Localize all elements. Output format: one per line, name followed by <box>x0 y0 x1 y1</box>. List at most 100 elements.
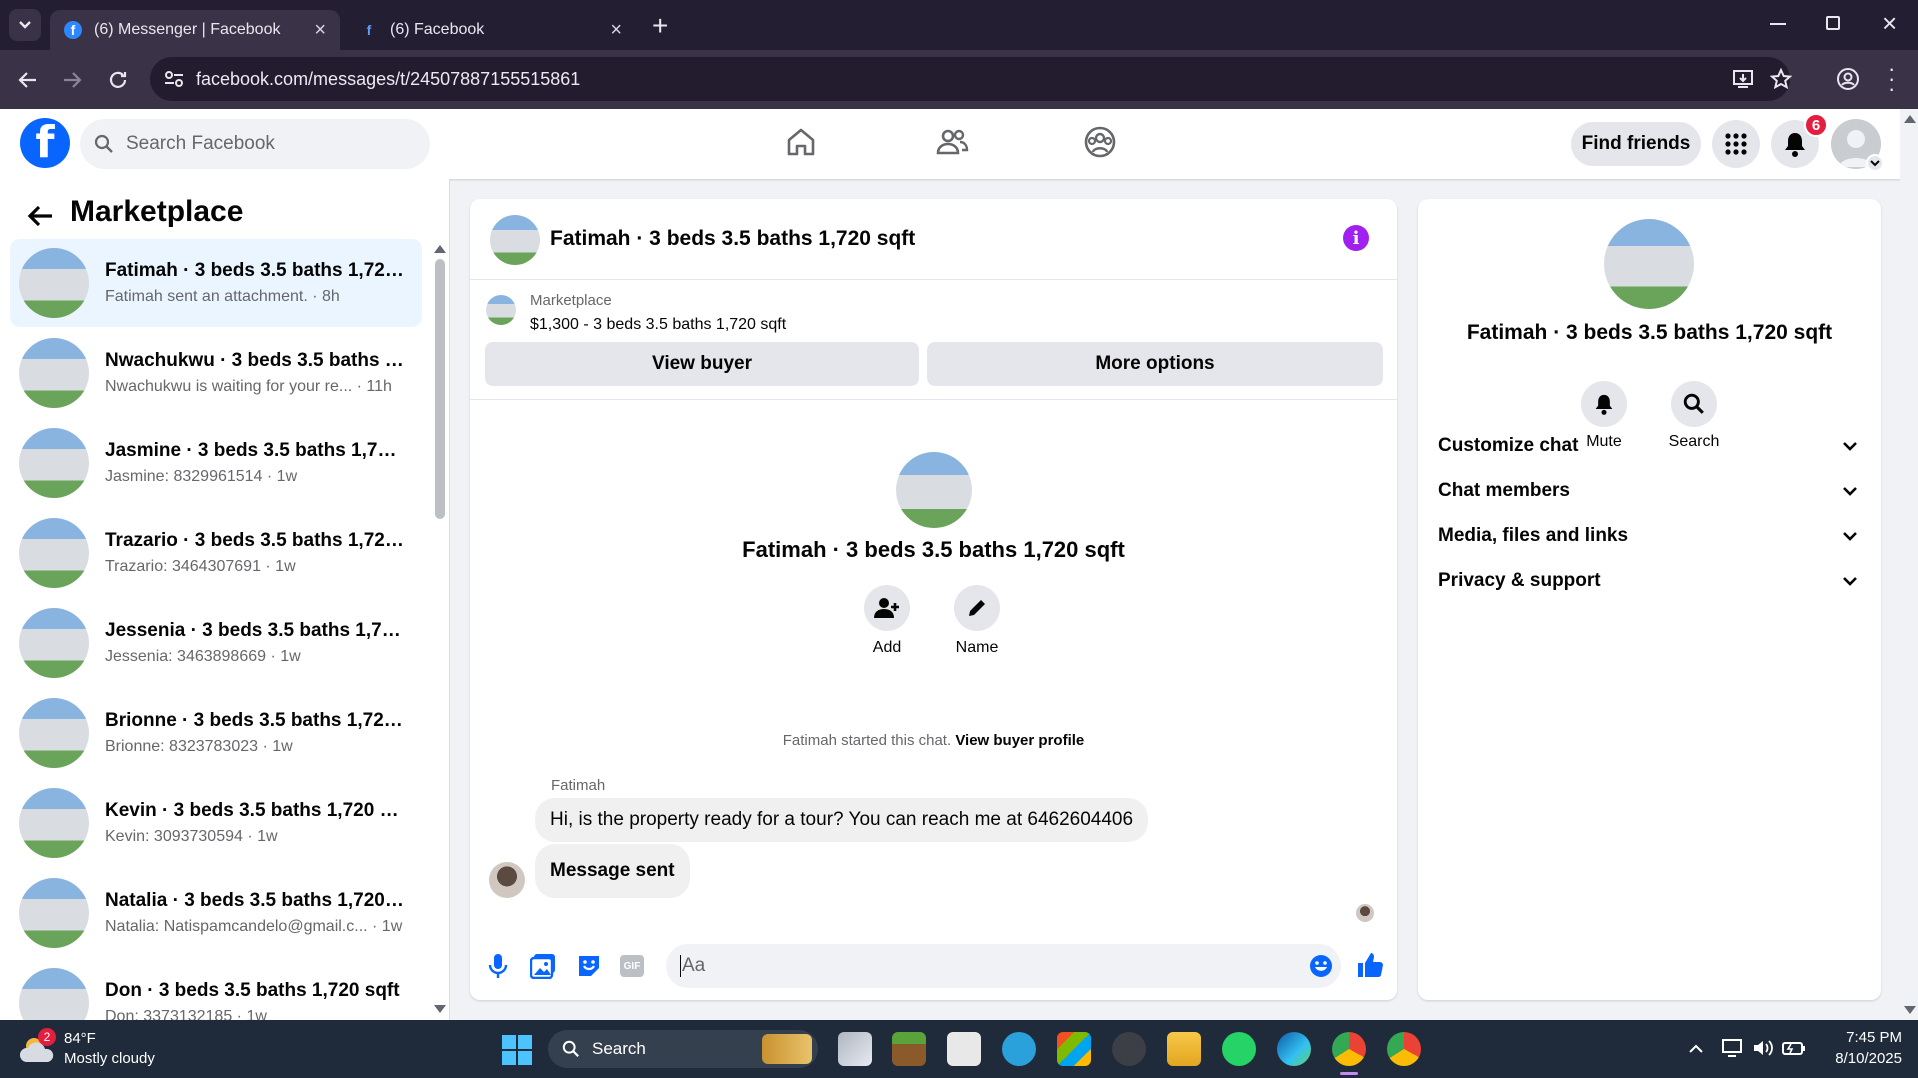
chat-title[interactable]: Fatimah · 3 beds 3.5 baths 1,720 sqft <box>550 227 915 251</box>
tab-messenger[interactable]: f (6) Messenger | Facebook × <box>50 10 340 50</box>
listing-thumbnail[interactable] <box>486 295 516 325</box>
details-section-1[interactable]: Chat members <box>1438 480 1858 502</box>
windows-start-icon[interactable] <box>502 1035 532 1065</box>
conversation-item[interactable]: Kevin · 3 beds 3.5 baths 1,720 sqft Kevin… <box>10 779 422 867</box>
tab-search-button[interactable] <box>9 9 41 41</box>
conversation-avatar <box>19 248 89 318</box>
clock-date[interactable]: 8/10/2025 <box>1806 1050 1902 1067</box>
photo-icon[interactable] <box>530 953 556 979</box>
site-info-icon[interactable] <box>164 70 184 88</box>
install-app-icon[interactable] <box>1732 68 1754 90</box>
search-in-chat-button[interactable] <box>1671 381 1717 427</box>
account-chevron-icon[interactable] <box>1866 154 1884 172</box>
bookmark-star-icon[interactable] <box>1770 68 1792 90</box>
emoji-icon[interactable] <box>1309 954 1333 978</box>
conversation-item[interactable]: Trazario · 3 beds 3.5 baths 1,720 ... Tra… <box>10 509 422 597</box>
conversation-texts: Fatimah · 3 beds 3.5 baths 1,720 ... Fati… <box>105 260 405 306</box>
edge-icon[interactable] <box>1277 1032 1311 1066</box>
conversation-item[interactable]: Jasmine · 3 beds 3.5 baths 1,720 ... Jasm… <box>10 419 422 507</box>
weather-widget[interactable]: 2 84°F Mostly cloudy <box>20 1028 170 1072</box>
page-scroll-up[interactable] <box>1904 115 1916 123</box>
home-icon[interactable] <box>784 125 818 159</box>
chrome-profile-icon[interactable] <box>1387 1032 1421 1066</box>
conversation-item[interactable]: Nwachukwu · 3 beds 3.5 baths 1,... Nwachu… <box>10 329 422 417</box>
whatsapp-icon[interactable] <box>1222 1032 1256 1066</box>
conversation-item[interactable]: Natalia · 3 beds 3.5 baths 1,720 s... Nat… <box>10 869 422 957</box>
message-bubble[interactable]: Hi, is the property ready for a tour? Yo… <box>535 798 1149 842</box>
like-thumb-icon[interactable] <box>1356 951 1384 979</box>
listing-summary[interactable]: $1,300 - 3 beds 3.5 baths 1,720 sqft <box>530 316 786 334</box>
search-input[interactable]: Search Facebook <box>80 119 430 169</box>
volume-icon[interactable] <box>1752 1038 1774 1058</box>
page-scroll-down[interactable] <box>1904 1006 1916 1014</box>
close-window-icon[interactable]: × <box>1882 8 1897 39</box>
conversation-item[interactable]: Jessenia · 3 beds 3.5 baths 1,720 ... Jes… <box>10 599 422 687</box>
groups-icon[interactable] <box>1083 125 1117 159</box>
conversation-item[interactable]: Brionne · 3 beds 3.5 baths 1,720 ... Brio… <box>10 689 422 777</box>
more-options-button[interactable]: More options <box>927 342 1383 386</box>
conversation-name: Jasmine · 3 beds 3.5 baths 1,720 ... <box>105 440 405 461</box>
taskbar-search[interactable]: Search <box>548 1030 818 1068</box>
find-friends-button[interactable]: Find friends <box>1571 122 1701 166</box>
view-buyer-button[interactable]: View buyer <box>485 342 919 386</box>
minecraft-icon[interactable] <box>892 1032 926 1066</box>
page-scrollbar[interactable] <box>1900 109 1918 1020</box>
forward-arrow-icon[interactable] <box>60 68 84 92</box>
add-people-button[interactable] <box>864 585 910 631</box>
chat-avatar[interactable] <box>490 215 540 265</box>
view-buyer-profile-link[interactable]: View buyer profile <box>955 732 1084 749</box>
conversation-item[interactable]: Fatimah · 3 beds 3.5 baths 1,720 ... Fati… <box>10 239 422 327</box>
chat-started-notice: Fatimah started this chat. View buyer pr… <box>470 732 1397 749</box>
chat-profile-avatar[interactable] <box>896 452 972 528</box>
back-arrow-icon[interactable] <box>26 203 54 229</box>
facebook-logo[interactable]: f <box>20 118 70 168</box>
close-tab-icon[interactable]: × <box>610 19 622 42</box>
close-tab-icon[interactable]: × <box>314 19 326 42</box>
sender-avatar[interactable] <box>489 862 525 898</box>
media-player-icon[interactable] <box>1112 1032 1146 1066</box>
scroll-down-arrow[interactable] <box>434 1005 446 1013</box>
tab-facebook[interactable]: f (6) Facebook × <box>346 10 636 50</box>
chevron-up-icon[interactable] <box>1688 1042 1704 1054</box>
file-explorer-icon[interactable] <box>1167 1032 1201 1066</box>
conversation-name: Don · 3 beds 3.5 baths 1,720 sqft <box>105 980 400 1001</box>
microsoft-store-icon[interactable] <box>1057 1032 1091 1066</box>
details-section-2[interactable]: Media, files and links <box>1438 525 1858 547</box>
conversation-item[interactable]: Don · 3 beds 3.5 baths 1,720 sqft Don: 33… <box>10 959 422 1020</box>
friends-icon[interactable] <box>935 125 969 159</box>
message-input[interactable]: Aa <box>666 944 1341 988</box>
details-section-0[interactable]: Customize chat <box>1438 435 1858 457</box>
details-avatar[interactable] <box>1604 219 1694 309</box>
back-arrow-icon[interactable] <box>16 68 40 92</box>
sticker-icon[interactable] <box>576 953 602 979</box>
browser-menu-icon[interactable]: · · · <box>1888 58 1895 100</box>
reload-icon[interactable] <box>106 68 130 92</box>
address-bar[interactable]: facebook.com/messages/t/2450788715551586… <box>150 57 1792 101</box>
profile-icon[interactable] <box>1836 67 1860 91</box>
restore-window-icon[interactable] <box>1826 16 1840 30</box>
roblox-icon[interactable] <box>947 1032 981 1066</box>
clock-time[interactable]: 7:45 PM <box>1826 1029 1902 1046</box>
details-section-3[interactable]: Privacy & support <box>1438 570 1858 592</box>
pencil-icon <box>969 600 985 616</box>
minimize-window-icon[interactable] <box>1770 23 1786 25</box>
microphone-icon[interactable] <box>488 953 508 979</box>
battery-icon[interactable] <box>1782 1038 1806 1058</box>
task-view-icon[interactable] <box>838 1032 872 1066</box>
conversation-texts: Nwachukwu · 3 beds 3.5 baths 1,... Nwachu… <box>105 350 405 396</box>
info-icon[interactable]: i <box>1343 225 1369 251</box>
scroll-up-arrow[interactable] <box>434 245 446 253</box>
mute-button[interactable] <box>1581 381 1627 427</box>
new-tab-button[interactable]: + <box>652 10 668 42</box>
url-text: facebook.com/messages/t/2450788715551586… <box>196 68 581 89</box>
chrome-icon[interactable] <box>1332 1032 1366 1066</box>
menu-button[interactable] <box>1712 120 1760 168</box>
message-bubble[interactable]: Message sent <box>535 844 690 898</box>
network-icon[interactable] <box>1722 1038 1744 1058</box>
name-chat-button[interactable] <box>954 585 1000 631</box>
chat-profile-name: Fatimah · 3 beds 3.5 baths 1,720 sqft <box>742 537 1125 562</box>
gif-icon[interactable]: GIF <box>620 955 644 977</box>
list-scrollbar-thumb[interactable] <box>435 259 445 519</box>
conversation-preview: Jessenia: 3463898669 · 1w <box>105 648 301 665</box>
telegram-icon[interactable] <box>1002 1032 1036 1066</box>
